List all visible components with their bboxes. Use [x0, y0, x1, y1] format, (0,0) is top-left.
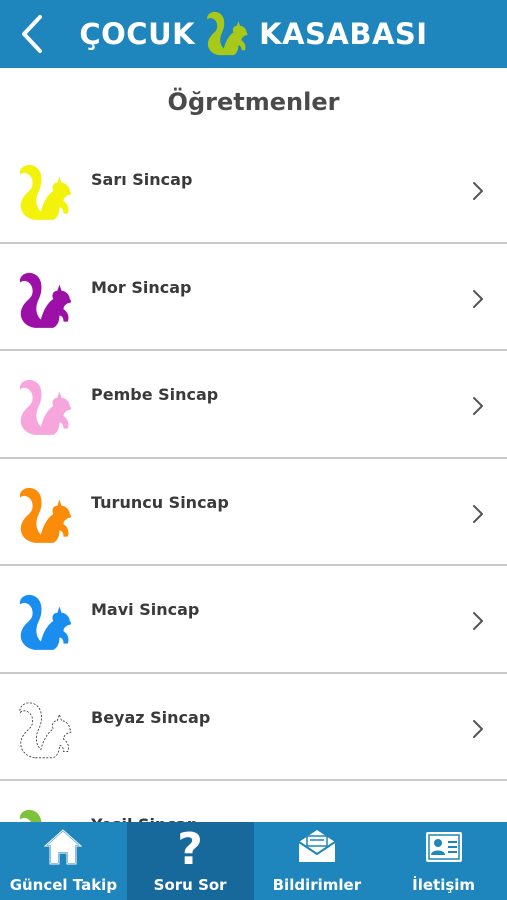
- teacher-name: Mavi Sincap: [91, 600, 200, 619]
- squirrel-icon: [19, 272, 72, 328]
- teacher-row[interactable]: Sarı Sincap: [0, 136, 507, 244]
- tab-label: Soru Sor: [153, 876, 227, 894]
- app-logo: ÇOCUK KASABASI: [79, 8, 427, 60]
- teacher-row[interactable]: Beyaz Sincap: [0, 673, 507, 781]
- tab-home[interactable]: Güncel Takip: [0, 822, 127, 900]
- contact-card-icon: [422, 826, 466, 876]
- squirrel-icon: [207, 11, 248, 56]
- tab-label: İletişim: [412, 876, 476, 894]
- teacher-row[interactable]: Mor Sincap: [0, 243, 507, 351]
- page-title: Öğretmenler: [167, 88, 340, 116]
- squirrel-icon: [19, 594, 72, 650]
- tab-label: Güncel Takip: [9, 876, 118, 894]
- teacher-row[interactable]: Pembe Sincap: [0, 351, 507, 459]
- logo-text-left: ÇOCUK: [79, 17, 196, 51]
- tab-question[interactable]: ? Soru Sor: [126, 822, 254, 900]
- svg-text:?: ?: [177, 826, 203, 868]
- chevron-right-icon: [473, 719, 483, 738]
- squirrel-icon: [19, 487, 72, 543]
- teacher-name: Pembe Sincap: [91, 385, 219, 404]
- teacher-name: Sarı Sincap: [91, 170, 193, 189]
- teacher-name: Yeşil Sincap: [91, 815, 198, 822]
- teacher-row[interactable]: Yeşil Sincap: [0, 781, 507, 822]
- chevron-right-icon: [473, 182, 483, 200]
- tab-envelope[interactable]: Bildirimler: [254, 822, 381, 900]
- teacher-row[interactable]: Turuncu Sincap: [0, 458, 507, 566]
- teacher-name: Beyaz Sincap: [91, 707, 211, 727]
- bottom-tab-bar: Güncel Takip? Soru Sor Bildirimler İletişim: [0, 822, 507, 900]
- teacher-row[interactable]: Mavi Sincap: [0, 566, 507, 674]
- teacher-name: Mor Sincap: [91, 277, 192, 297]
- squirrel-icon: [19, 164, 72, 220]
- teacher-name: Turuncu Sincap: [91, 492, 229, 512]
- tab-contact-card[interactable]: İletişim: [380, 822, 507, 900]
- teacher-list: Sarı Sincap Mor Sincap Pembe Sincap Turuncu…: [0, 136, 507, 822]
- back-button[interactable]: [12, 12, 52, 56]
- envelope-icon: [295, 826, 339, 876]
- chevron-left-icon: [22, 15, 42, 53]
- chevron-right-icon: [473, 504, 483, 523]
- squirrel-icon: [19, 379, 72, 435]
- squirrel-icon: [19, 809, 60, 822]
- chevron-right-icon: [473, 612, 483, 630]
- tab-label: Bildirimler: [272, 876, 362, 894]
- app-header: ÇOCUK KASABASI: [0, 0, 507, 68]
- chevron-right-icon: [473, 397, 483, 415]
- home-icon: [41, 826, 85, 876]
- question-icon: ?: [168, 824, 212, 876]
- logo-text-right: KASABASI: [259, 17, 428, 51]
- chevron-right-icon: [473, 289, 483, 308]
- squirrel-icon: [19, 701, 72, 758]
